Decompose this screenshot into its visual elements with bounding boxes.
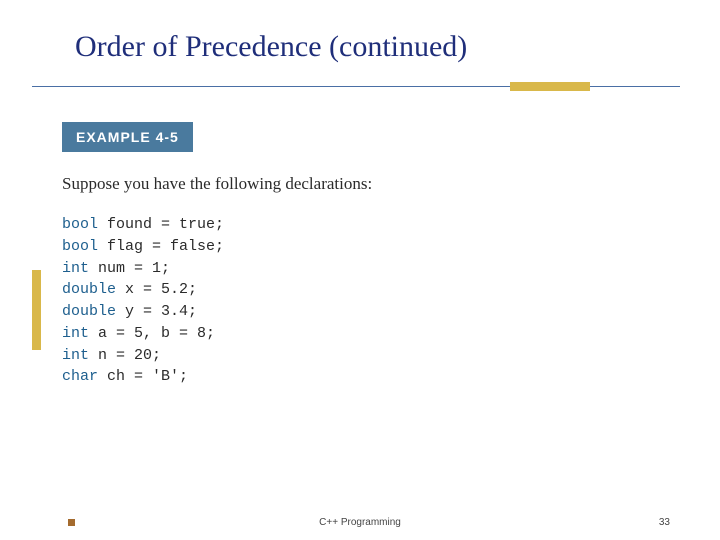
code-line: int n = 20;	[62, 345, 720, 367]
code-text: found = true;	[98, 216, 224, 233]
page-title: Order of Precedence (continued)	[75, 30, 720, 64]
keyword: bool	[62, 216, 98, 233]
code-block: bool found = true; bool flag = false; in…	[62, 214, 720, 388]
code-line: bool flag = false;	[62, 236, 720, 258]
code-text: a = 5, b = 8;	[89, 325, 215, 342]
divider	[0, 82, 720, 92]
footer: C++ Programming 33	[0, 517, 720, 528]
footer-marker-icon	[68, 519, 75, 526]
example-badge: EXAMPLE 4-5	[62, 122, 193, 152]
intro-text: Suppose you have the following declarati…	[62, 174, 720, 194]
left-accent-bar	[32, 270, 41, 350]
code-line: bool found = true;	[62, 214, 720, 236]
divider-accent	[510, 82, 590, 91]
code-line: int a = 5, b = 8;	[62, 323, 720, 345]
code-text: n = 20;	[89, 347, 161, 364]
code-text: y = 3.4;	[116, 303, 197, 320]
code-line: double y = 3.4;	[62, 301, 720, 323]
keyword: int	[62, 347, 89, 364]
footer-label: C++ Programming	[0, 517, 720, 528]
keyword: double	[62, 303, 116, 320]
code-line: char ch = 'B';	[62, 366, 720, 388]
code-line: double x = 5.2;	[62, 279, 720, 301]
keyword: bool	[62, 238, 98, 255]
keyword: int	[62, 260, 89, 277]
slide: Order of Precedence (continued) EXAMPLE …	[0, 0, 720, 540]
keyword: char	[62, 368, 98, 385]
keyword: double	[62, 281, 116, 298]
code-text: flag = false;	[98, 238, 224, 255]
code-text: x = 5.2;	[116, 281, 197, 298]
keyword: int	[62, 325, 89, 342]
code-text: num = 1;	[89, 260, 170, 277]
code-text: ch = 'B';	[98, 368, 188, 385]
page-number: 33	[659, 517, 670, 528]
code-line: int num = 1;	[62, 258, 720, 280]
content-area: EXAMPLE 4-5 Suppose you have the followi…	[62, 122, 720, 388]
